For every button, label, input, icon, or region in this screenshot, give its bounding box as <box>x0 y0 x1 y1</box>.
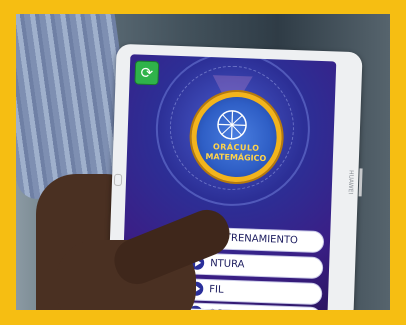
menu-label: FIL <box>209 284 224 296</box>
menu-label: OS <box>208 304 223 310</box>
video-frame: HUAWEI ⟳ ORÁCULO MATEMÁGICO ENTRENAMIENT… <box>0 0 406 325</box>
device-brand: HUAWEI <box>346 169 355 195</box>
refresh-icon: ⟳ <box>140 63 154 83</box>
menu-label: NTURA <box>209 258 245 271</box>
home-button <box>113 173 123 187</box>
refresh-button[interactable]: ⟳ <box>134 60 160 86</box>
menu-button-perfil[interactable]: FIL <box>183 278 323 306</box>
photo: HUAWEI ⟳ ORÁCULO MATEMÁGICO ENTRENAMIENT… <box>16 14 390 310</box>
